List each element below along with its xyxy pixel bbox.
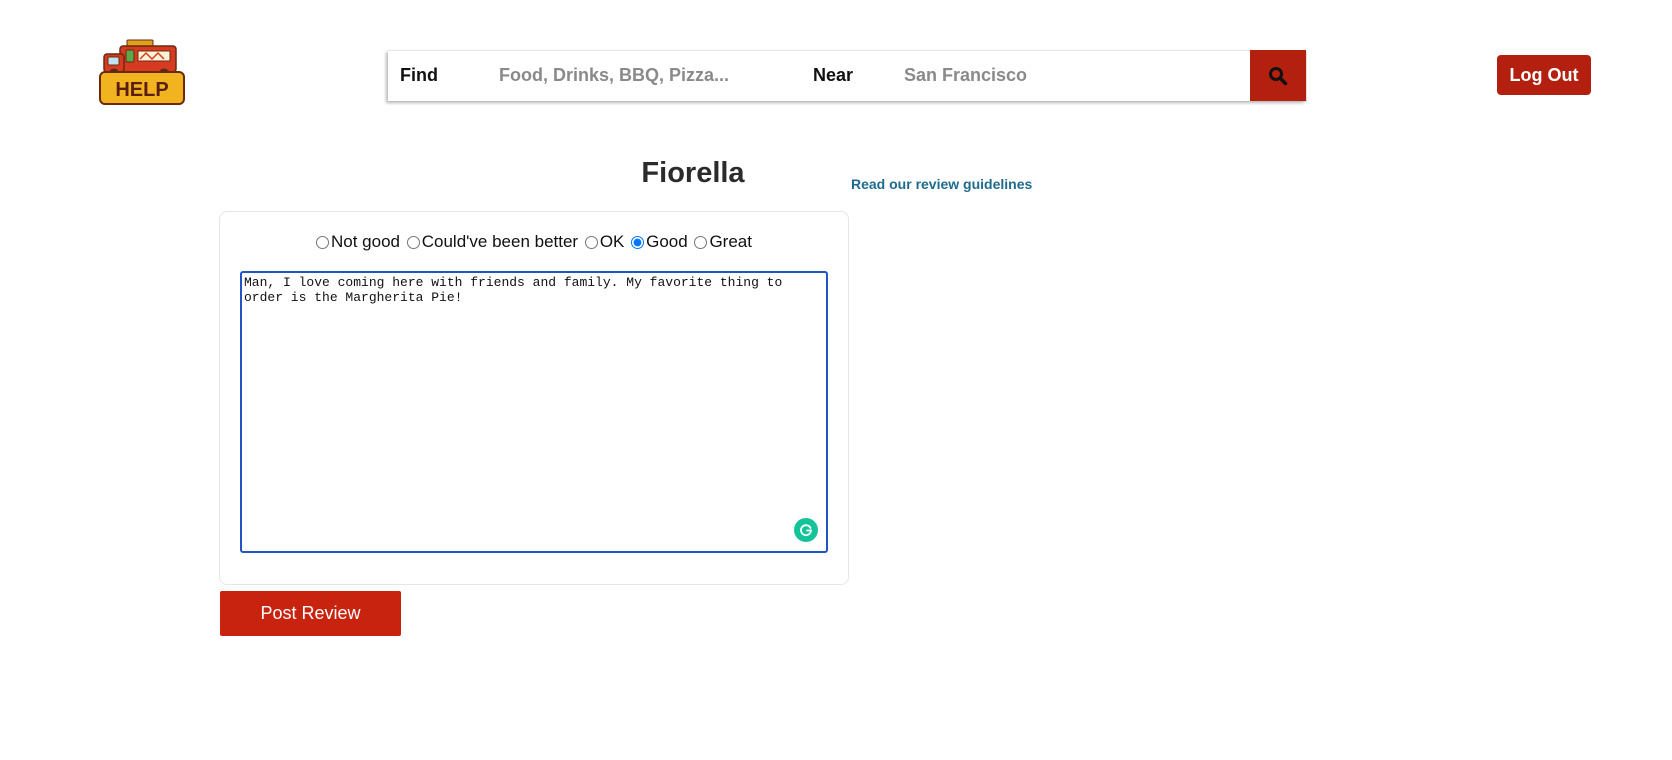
near-input[interactable] — [904, 59, 1204, 91]
search-icon — [1269, 66, 1288, 85]
rating-label: Good — [646, 232, 688, 251]
rating-radio-ok[interactable] — [584, 235, 598, 249]
rating-label: Great — [709, 232, 752, 251]
rating-option-great[interactable]: Great — [694, 232, 752, 252]
food-truck-logo-icon: HELP — [99, 39, 185, 105]
grammarly-icon[interactable] — [794, 518, 818, 542]
search-button[interactable] — [1250, 50, 1306, 101]
near-label: Near — [813, 65, 854, 85]
logo-text: HELP — [115, 79, 168, 101]
find-input[interactable] — [499, 59, 789, 91]
grammarly-g-icon — [800, 524, 812, 537]
rating-option-could-be-better[interactable]: Could've been better — [406, 232, 579, 252]
rating-options: Not good Could've been better OK Good Gr… — [220, 232, 848, 254]
help-logo[interactable]: HELP — [98, 38, 188, 108]
find-label: Find — [400, 65, 438, 85]
post-review-button[interactable]: Post Review — [220, 591, 401, 636]
rating-option-ok[interactable]: OK — [584, 232, 625, 252]
rating-radio-great[interactable] — [694, 235, 708, 249]
search-bar: Find Near — [388, 50, 1306, 101]
review-form-card: Not good Could've been better OK Good Gr… — [219, 211, 849, 585]
rating-option-good[interactable]: Good — [631, 232, 688, 252]
rating-radio-good[interactable] — [631, 235, 645, 249]
rating-label: Not good — [331, 232, 400, 251]
business-name-title: Fiorella — [641, 157, 745, 189]
rating-label: OK — [599, 232, 625, 251]
rating-radio-not-good[interactable] — [316, 235, 329, 249]
review-guidelines-link[interactable]: Read our review guidelines — [851, 176, 1032, 192]
logout-button[interactable]: Log Out — [1497, 55, 1591, 95]
rating-option-not-good[interactable]: Not good — [316, 232, 400, 252]
rating-radio-could-be-better[interactable] — [406, 235, 420, 249]
review-textarea[interactable]: Man, I love coming here with friends and… — [240, 271, 828, 553]
rating-label: Could've been better — [421, 232, 579, 251]
